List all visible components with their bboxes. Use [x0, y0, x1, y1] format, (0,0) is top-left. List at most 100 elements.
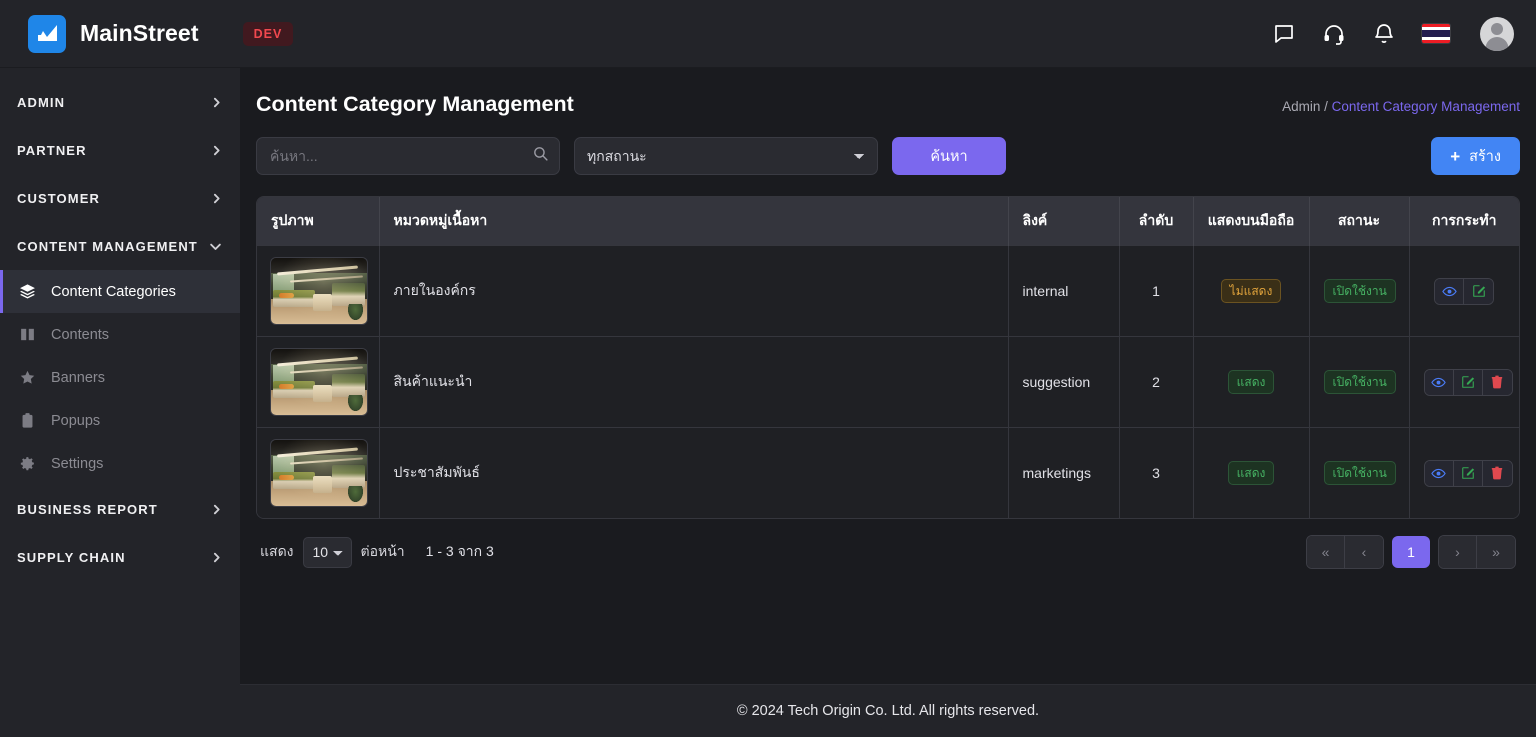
brand-logo[interactable]: MainStreet: [28, 14, 199, 53]
user-avatar[interactable]: [1480, 16, 1514, 51]
cell-mobile: แสดง: [1193, 336, 1310, 428]
view-icon[interactable]: [1435, 278, 1465, 304]
mobile-visibility-badge: แสดง: [1227, 370, 1275, 394]
row-action-group: [1434, 277, 1495, 305]
column-header-image: รูปภาพ: [257, 197, 380, 246]
sidebar-group-supply-chain[interactable]: SUPPLY CHAIN: [0, 533, 240, 581]
pagination-next-group: › »: [1438, 535, 1516, 569]
chevron-right-icon: [210, 192, 223, 205]
sidebar-group-label: PARTNER: [17, 142, 87, 158]
sidebar-item-content-categories[interactable]: Content Categories: [0, 270, 240, 313]
sidebar-item-contents[interactable]: Contents: [0, 313, 240, 356]
layers-icon: [17, 283, 37, 300]
pagination-page-size: แสดง 10 ต่อหน้า 1 - 3 จาก 3: [260, 536, 494, 568]
pagination-controls: « ‹ 1 › »: [1306, 535, 1516, 569]
sidebar-group-label: CUSTOMER: [17, 190, 100, 206]
breadcrumb-separator: /: [1324, 99, 1328, 114]
headset-support-icon[interactable]: [1322, 22, 1346, 46]
edit-icon[interactable]: [1464, 278, 1494, 304]
page-footer: © 2024 Tech Origin Co. Ltd. All rights r…: [240, 684, 1536, 737]
pagination-range-text: 1 - 3 จาก 3: [425, 543, 494, 559]
search-button[interactable]: ค้นหา: [892, 137, 1006, 175]
status-badge: เปิดใช้งาน: [1323, 279, 1396, 303]
status-filter-select[interactable]: ทุกสถานะ: [574, 137, 878, 175]
delete-icon[interactable]: [1482, 460, 1512, 486]
sidebar-group-business-report[interactable]: BUSINESS REPORT: [0, 485, 240, 533]
mobile-visibility-badge: แสดง: [1227, 461, 1275, 485]
delete-icon[interactable]: [1482, 369, 1512, 395]
app-root: MainStreet DEV ADMIN PARTNER CUSTOMER CO…: [0, 0, 1536, 737]
sidebar-group-partner[interactable]: PARTNER: [0, 126, 240, 174]
table-header-row: รูปภาพ หมวดหมู่เนื้อหา ลิงค์ ลำดับ แสดงบ…: [257, 197, 1519, 246]
chevron-down-icon: [208, 239, 223, 254]
sidebar-item-settings[interactable]: Settings: [0, 442, 240, 485]
topbar-actions: [1272, 16, 1514, 51]
edit-icon[interactable]: [1453, 460, 1483, 486]
mobile-visibility-badge: ไม่แสดง: [1220, 279, 1282, 303]
environment-badge: DEV: [242, 21, 294, 46]
cell-actions: [1409, 336, 1519, 428]
row-action-group: [1423, 459, 1513, 487]
table-head: รูปภาพ หมวดหมู่เนื้อหา ลิงค์ ลำดับ แสดงบ…: [257, 197, 1519, 246]
main-scroll-area: Content Category Management Admin / Cont…: [240, 68, 1536, 684]
sidebar-group-customer[interactable]: CUSTOMER: [0, 174, 240, 222]
pagination-next-button[interactable]: ›: [1439, 536, 1477, 568]
plus-icon: +: [1450, 146, 1461, 166]
breadcrumb-current[interactable]: Content Category Management: [1332, 99, 1520, 114]
search-input[interactable]: [256, 137, 560, 175]
pagination-page-1-button[interactable]: 1: [1392, 536, 1430, 568]
create-button-label: สร้าง: [1469, 148, 1501, 165]
bell-notification-icon[interactable]: [1372, 22, 1396, 46]
sidebar-item-popups[interactable]: Popups: [0, 399, 240, 442]
per-page-select[interactable]: 10: [302, 536, 352, 568]
column-header-action: การกระทำ: [1409, 197, 1519, 246]
status-badge: เปิดใช้งาน: [1323, 461, 1396, 485]
gear-icon: [17, 455, 37, 472]
body-row: ADMIN PARTNER CUSTOMER CONTENT MANAGEMEN…: [0, 68, 1536, 737]
sidebar-navigation: ADMIN PARTNER CUSTOMER CONTENT MANAGEMEN…: [0, 68, 240, 737]
category-thumbnail-image: [271, 258, 367, 324]
cell-order: 1: [1119, 245, 1194, 337]
table-row: สินค้าแนะนำ suggestion 2 แสดง เปิดใช้งาน: [257, 336, 1519, 428]
breadcrumb: Admin / Content Category Management: [1282, 99, 1520, 114]
mainstreet-logo-icon: [28, 14, 66, 53]
category-thumbnail-image: [271, 440, 367, 506]
table-row: ภายในองค์กร internal 1 ไม่แสดง เปิดใช้งา…: [257, 245, 1519, 337]
breadcrumb-root[interactable]: Admin: [1282, 99, 1320, 114]
sidebar-group-admin[interactable]: ADMIN: [0, 78, 240, 126]
column-header-mobile: แสดงบนมือถือ: [1193, 197, 1310, 246]
sidebar-item-label: Popups: [51, 412, 101, 429]
table-body: ภายในองค์กร internal 1 ไม่แสดง เปิดใช้งา…: [257, 245, 1519, 518]
cell-image: [257, 427, 380, 518]
pagination-last-button[interactable]: »: [1477, 536, 1515, 568]
chevron-right-icon: [210, 96, 223, 109]
page-header: Content Category Management Admin / Cont…: [256, 68, 1520, 137]
table-row: ประชาสัมพันธ์ marketings 3 แสดง เปิดใช้ง…: [257, 427, 1519, 518]
sidebar-group-label: BUSINESS REPORT: [17, 501, 158, 517]
chat-icon[interactable]: [1272, 22, 1296, 46]
sidebar-item-label: Contents: [51, 326, 110, 343]
pagination-prev-button[interactable]: ‹: [1345, 536, 1383, 568]
content-categories-table: รูปภาพ หมวดหมู่เนื้อหา ลิงค์ ลำดับ แสดงบ…: [257, 197, 1519, 518]
page-title: Content Category Management: [256, 92, 574, 116]
cell-mobile: ไม่แสดง: [1193, 245, 1310, 337]
create-button[interactable]: + สร้าง: [1431, 137, 1520, 175]
column-header-status: สถานะ: [1309, 197, 1410, 246]
cell-status: เปิดใช้งาน: [1309, 427, 1410, 518]
top-navigation-bar: MainStreet DEV: [0, 0, 1536, 68]
cell-link: suggestion: [1008, 336, 1120, 428]
cell-order: 2: [1119, 336, 1194, 428]
search-field-wrapper: [256, 137, 560, 175]
sidebar-group-label: CONTENT MANAGEMENT: [17, 238, 198, 254]
thai-flag-icon[interactable]: [1422, 24, 1450, 43]
chevron-right-icon: [210, 503, 223, 516]
edit-icon[interactable]: [1453, 369, 1483, 395]
cell-status: เปิดใช้งาน: [1309, 245, 1410, 337]
sidebar-item-banners[interactable]: Banners: [0, 356, 240, 399]
cell-link: marketings: [1008, 427, 1120, 518]
view-icon[interactable]: [1424, 369, 1454, 395]
view-icon[interactable]: [1424, 460, 1454, 486]
row-action-group: [1423, 368, 1513, 396]
sidebar-group-content-management[interactable]: CONTENT MANAGEMENT: [0, 222, 240, 270]
pagination-first-button[interactable]: «: [1307, 536, 1345, 568]
